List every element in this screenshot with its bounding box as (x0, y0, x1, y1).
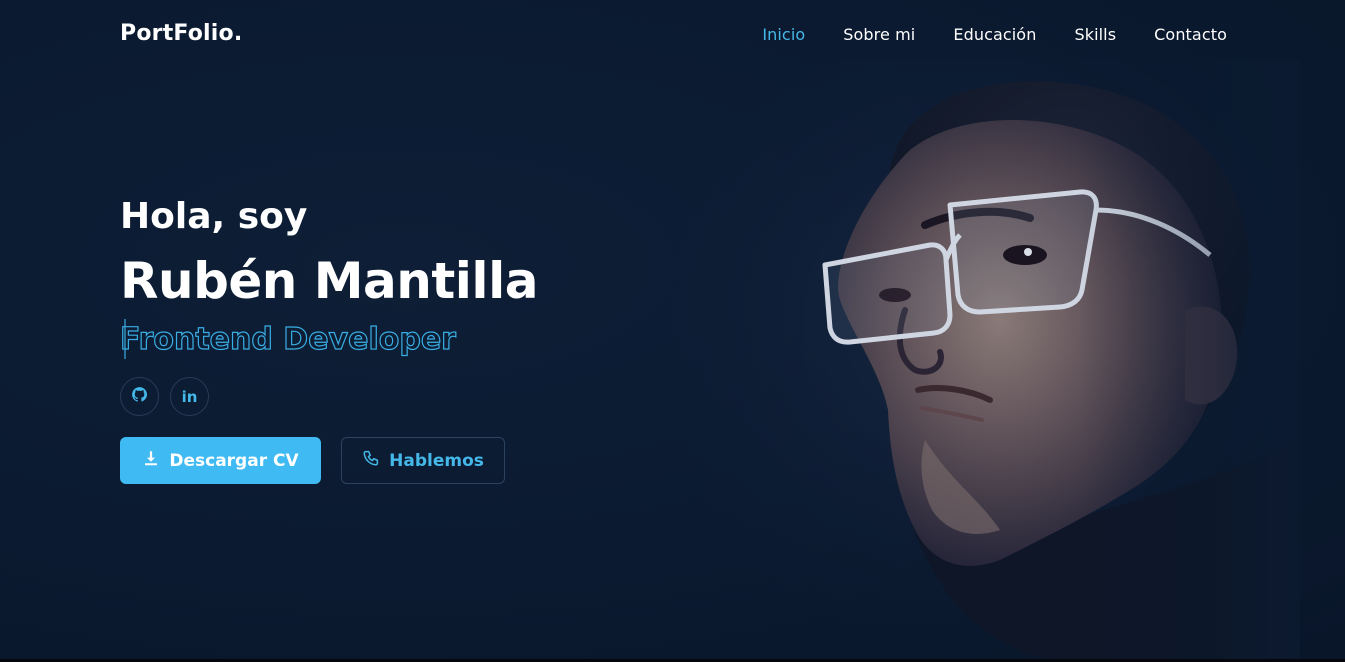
nav-item-educacion[interactable]: Educación (953, 25, 1036, 44)
linkedin-link[interactable]: in (170, 377, 209, 416)
profile-photo (660, 60, 1300, 662)
linkedin-icon: in (181, 387, 198, 406)
download-cv-label: Descargar CV (169, 450, 299, 471)
phone-icon (362, 449, 380, 472)
nav-item-sobre-mi[interactable]: Sobre mi (843, 25, 915, 44)
github-link[interactable] (120, 377, 159, 416)
main-nav: Inicio Sobre mi Educación Skills Contact… (762, 25, 1227, 44)
nav-item-contacto[interactable]: Contacto (1154, 25, 1227, 44)
hero-greeting: Hola, soy (120, 196, 308, 237)
hero-role: Frontend Developer (119, 321, 456, 357)
contact-label: Hablemos (389, 450, 484, 471)
social-links: in (120, 377, 209, 416)
page: PortFolio. Inicio Sobre mi Educación Ski… (0, 0, 1345, 662)
hero-name: Rubén Mantilla (120, 252, 538, 310)
download-icon (142, 449, 160, 472)
download-cv-button[interactable]: Descargar CV (120, 437, 321, 484)
nav-item-inicio[interactable]: Inicio (762, 25, 805, 44)
github-icon (131, 386, 148, 407)
nav-item-skills[interactable]: Skills (1074, 25, 1116, 44)
site-logo[interactable]: PortFolio. (120, 21, 242, 46)
contact-button[interactable]: Hablemos (341, 437, 505, 484)
